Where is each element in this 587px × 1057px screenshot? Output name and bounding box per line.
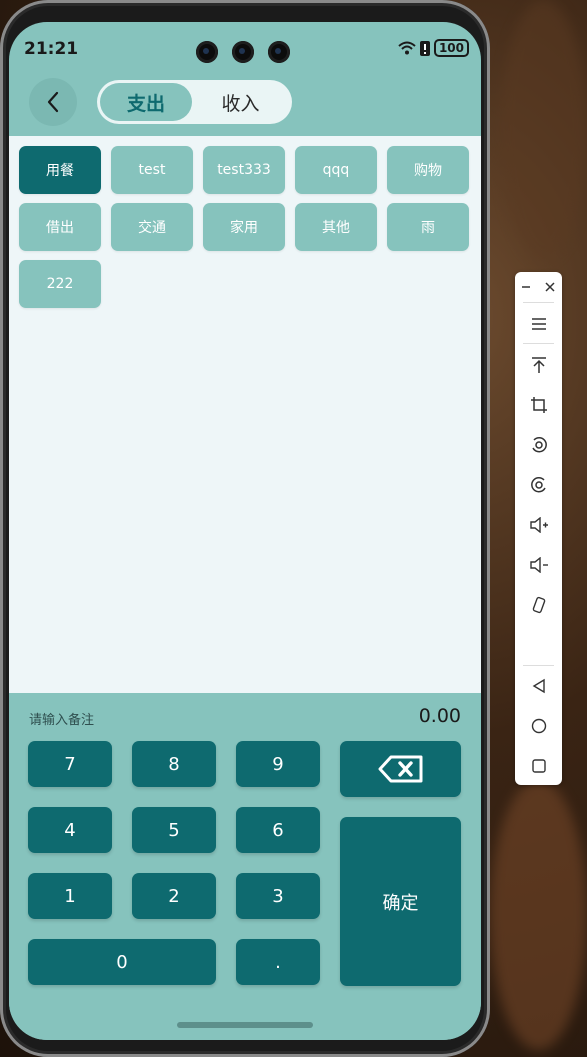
recents-nav-icon[interactable] xyxy=(515,751,562,781)
home-indicator[interactable] xyxy=(177,1022,313,1028)
key-0[interactable]: 0 xyxy=(28,939,216,985)
rotate-right-icon[interactable] xyxy=(515,470,562,500)
key-1[interactable]: 1 xyxy=(28,873,112,919)
key-4[interactable]: 4 xyxy=(28,807,112,853)
category-item[interactable]: 购物 xyxy=(387,146,469,194)
pin-top-icon[interactable] xyxy=(515,350,562,380)
back-nav-icon[interactable] xyxy=(515,671,562,701)
menu-icon[interactable] xyxy=(515,309,562,339)
key-9[interactable]: 9 xyxy=(236,741,320,787)
home-nav-icon[interactable] xyxy=(515,711,562,741)
camera-icon xyxy=(268,41,290,63)
toolbar-divider xyxy=(523,343,554,344)
phone-frame: 21:21 100 支出 收入 用餐 test test333 qqq 购物 借… xyxy=(0,0,490,1057)
tab-expense[interactable]: 支出 xyxy=(100,83,192,121)
rotate-left-icon[interactable] xyxy=(515,430,562,460)
key-2[interactable]: 2 xyxy=(132,873,216,919)
backspace-icon xyxy=(378,755,422,783)
status-icons: 100 xyxy=(398,39,469,57)
category-item[interactable]: test xyxy=(111,146,193,194)
background-decoration xyxy=(500,0,587,260)
key-3[interactable]: 3 xyxy=(236,873,320,919)
backspace-button[interactable] xyxy=(340,741,461,797)
background-decoration xyxy=(490,780,587,1050)
category-item[interactable]: test333 xyxy=(203,146,285,194)
back-button[interactable] xyxy=(29,78,77,126)
key-7[interactable]: 7 xyxy=(28,741,112,787)
key-6[interactable]: 6 xyxy=(236,807,320,853)
camera-icon xyxy=(196,41,218,63)
crop-icon[interactable] xyxy=(515,390,562,420)
category-item[interactable]: qqq xyxy=(295,146,377,194)
category-item[interactable]: 借出 xyxy=(19,203,101,251)
category-grid: 用餐 test test333 qqq 购物 借出 交通 家用 其他 雨 222 xyxy=(19,146,471,308)
toolbar-divider xyxy=(523,302,554,303)
emulator-toolbar xyxy=(515,272,562,785)
alert-icon xyxy=(419,40,430,56)
volume-down-icon[interactable] xyxy=(515,550,562,580)
note-input[interactable]: 请输入备注 xyxy=(29,709,94,728)
key-decimal[interactable]: . xyxy=(236,939,320,985)
amount-display: 0.00 xyxy=(418,705,461,727)
key-8[interactable]: 8 xyxy=(132,741,216,787)
camera-icon xyxy=(232,41,254,63)
category-panel: 用餐 test test333 qqq 购物 借出 交通 家用 其他 雨 222 xyxy=(9,136,481,693)
category-item[interactable]: 其他 xyxy=(295,203,377,251)
category-item[interactable]: 家用 xyxy=(203,203,285,251)
status-bar: 21:21 100 xyxy=(9,22,481,72)
category-item[interactable]: 雨 xyxy=(387,203,469,251)
type-switch: 支出 收入 xyxy=(97,80,292,124)
minimize-icon[interactable] xyxy=(515,272,537,302)
battery-indicator: 100 xyxy=(433,39,469,57)
status-time: 21:21 xyxy=(24,39,79,59)
category-item[interactable]: 交通 xyxy=(111,203,193,251)
confirm-button[interactable]: 确定 xyxy=(340,817,461,986)
keypad-area: 请输入备注 0.00 7 8 9 4 5 6 确定 1 2 3 0 . xyxy=(9,693,481,1040)
close-icon[interactable] xyxy=(537,272,562,302)
category-item[interactable]: 222 xyxy=(19,260,101,308)
header: 支出 收入 xyxy=(9,72,481,136)
volume-up-icon[interactable] xyxy=(515,510,562,540)
chevron-left-icon xyxy=(47,91,59,113)
toolbar-divider xyxy=(523,665,554,666)
tab-income[interactable]: 收入 xyxy=(192,83,289,121)
key-5[interactable]: 5 xyxy=(132,807,216,853)
shake-icon[interactable] xyxy=(515,590,562,620)
app-screen: 21:21 100 支出 收入 用餐 test test333 qqq 购物 借… xyxy=(9,22,481,1040)
category-item[interactable]: 用餐 xyxy=(19,146,101,194)
wifi-icon xyxy=(398,41,416,55)
